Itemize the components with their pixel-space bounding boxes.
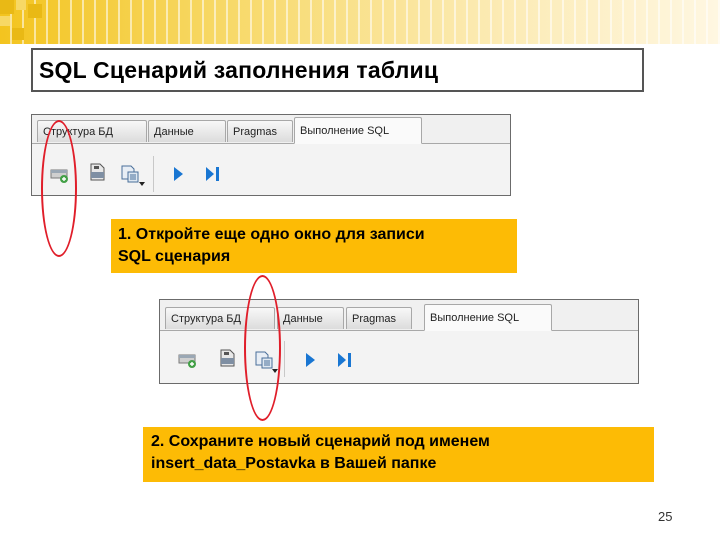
save-sql-button[interactable]: [119, 163, 141, 185]
open-sql-icon: [90, 163, 105, 181]
tab-label: Данные: [154, 125, 194, 138]
tab-bar: Структура БД Данные Pragmas Выполнение S…: [32, 115, 510, 144]
tab-label: Выполнение SQL: [300, 124, 390, 137]
execute-all-icon: [306, 353, 315, 367]
slide-title: SQL Сценарий заполнения таблиц: [39, 56, 439, 83]
tab-bar: Структура БД Данные Pragmas Выполнение S…: [160, 300, 638, 331]
screenshot-top: Структура БД Данные Pragmas Выполнение S…: [31, 114, 511, 196]
execute-line-icon: [206, 167, 219, 181]
page-number: 25: [658, 509, 673, 524]
save-sql-icon: [121, 165, 139, 183]
highlight-ring-open-tab: [41, 120, 77, 257]
tab-data[interactable]: Данные: [277, 307, 344, 329]
execute-all-button[interactable]: [299, 349, 321, 371]
tab-label: Данные: [283, 312, 323, 325]
open-sql-button[interactable]: [86, 161, 108, 183]
tab-label: Pragmas: [233, 125, 278, 138]
toolbar-separator: [284, 341, 285, 377]
slide-title-box: SQL Сценарий заполнения таблиц: [31, 48, 644, 92]
highlight-ring-save-sql: [244, 275, 281, 421]
tab-label: Pragmas: [352, 312, 397, 325]
step1-line2: SQL сценария: [118, 248, 231, 265]
step2-note: 2. Сохраните новый сценарий под именем i…: [143, 427, 654, 482]
open-tab-icon: [178, 354, 196, 368]
sql-toolbar: [32, 144, 510, 195]
step2-line2: insert_data_Postavka в Вашей папке: [151, 455, 437, 472]
toolbar-separator: [153, 156, 154, 192]
step1-line1: 1. Откройте еще одно окно для записи: [118, 226, 425, 243]
execute-all-button[interactable]: [167, 163, 189, 185]
chevron-down-icon[interactable]: [139, 182, 145, 186]
execute-line-icon: [338, 353, 351, 367]
tab-execute-sql[interactable]: Выполнение SQL: [424, 304, 552, 331]
execute-all-icon: [174, 167, 183, 181]
open-sql-icon: [220, 349, 235, 367]
corner-squares-decoration: [0, 0, 60, 50]
header-decoration: [0, 0, 720, 44]
tab-pragmas[interactable]: Pragmas: [227, 120, 293, 142]
sql-toolbar: [160, 331, 638, 383]
execute-line-button[interactable]: [334, 349, 356, 371]
tab-label: Выполнение SQL: [430, 311, 520, 324]
tab-data[interactable]: Данные: [148, 120, 226, 142]
screenshot-bottom: Структура БД Данные Pragmas Выполнение S…: [159, 299, 639, 384]
tab-pragmas[interactable]: Pragmas: [346, 307, 412, 329]
step2-line1: 2. Сохраните новый сценарий под именем: [151, 433, 490, 450]
execute-line-button[interactable]: [202, 163, 224, 185]
step1-note: 1. Откройте еще одно окно для записи SQL…: [111, 219, 517, 273]
tab-label: Структура БД: [171, 312, 241, 325]
open-tab-button[interactable]: [177, 349, 199, 371]
tab-execute-sql[interactable]: Выполнение SQL: [294, 117, 422, 144]
open-sql-button[interactable]: [216, 347, 238, 369]
